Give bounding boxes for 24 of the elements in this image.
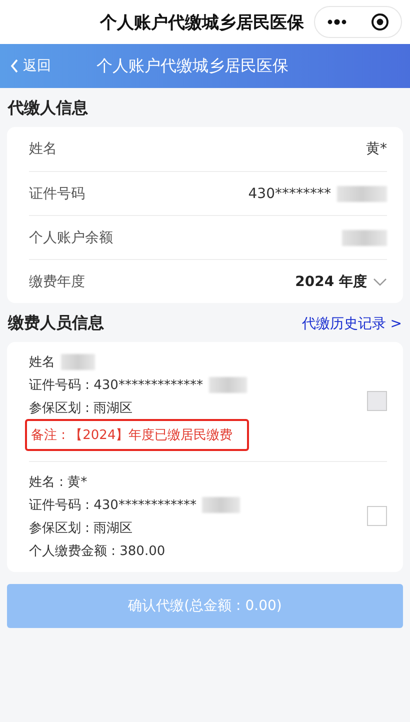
member-info: 证件号码 : 430*************: [29, 376, 203, 394]
chevron-left-icon: [10, 59, 19, 73]
section-title: 缴费人员信息: [8, 313, 104, 334]
member-info: 个人缴费金额 : 380.00: [29, 542, 166, 560]
member-info: 姓名: [29, 354, 55, 370]
field-label: 证件号码: [29, 184, 85, 202]
field-value: 黄*: [366, 140, 387, 158]
payment-note: 备注 : 【2024】年度已缴居民缴费: [25, 419, 249, 451]
member-info: 姓名 : 黄*: [29, 474, 88, 490]
more-icon[interactable]: [327, 19, 347, 25]
field-value: 430********: [248, 186, 331, 202]
member-info: 证件号码 : 430************: [29, 496, 196, 514]
mini-program-title: 个人账户代缴城乡居民医保: [98, 12, 305, 34]
section-title: 代缴人信息: [8, 98, 88, 119]
field-label: 姓名: [29, 140, 57, 158]
year-select[interactable]: 2024 年度: [295, 272, 387, 290]
field-label: 缴费年度: [29, 272, 85, 290]
page-title: 个人账户代缴城乡居民医保: [96, 56, 290, 76]
member-checkbox[interactable]: [367, 506, 387, 526]
field-label: 个人账户余额: [29, 228, 113, 246]
chevron-down-icon: [373, 278, 387, 286]
member-info: 参保区划 : 雨湖区: [29, 520, 133, 536]
member-info: 参保区划 : 雨湖区: [29, 400, 133, 416]
history-link[interactable]: 代缴历史记录 >: [302, 314, 402, 332]
